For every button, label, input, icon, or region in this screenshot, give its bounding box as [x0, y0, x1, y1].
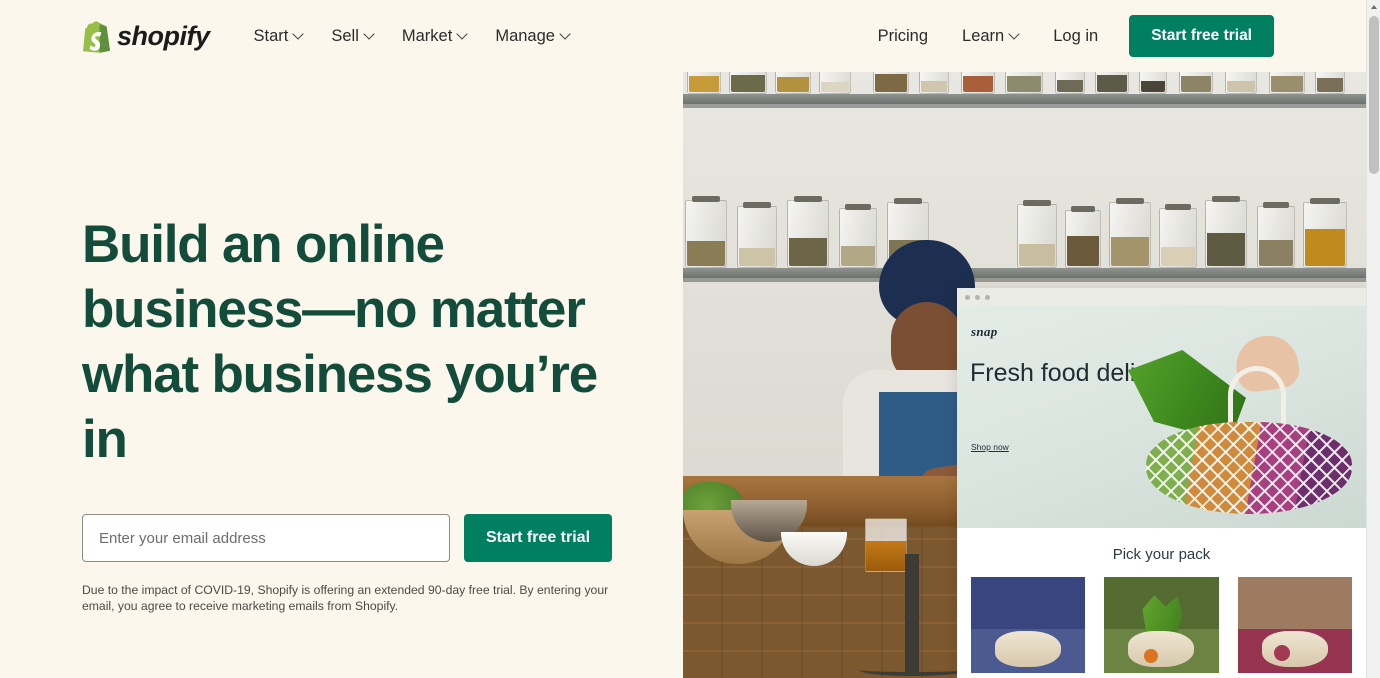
photo-jar: [1065, 206, 1101, 268]
mockup-produce-image: [1122, 331, 1352, 514]
photo-jar: [1159, 204, 1197, 268]
store-preview-mockup: snap Fresh food delivered Shop now Pick …: [957, 288, 1366, 678]
photo-stool-base: [859, 664, 967, 676]
page-title: Build an online business—no matter what …: [82, 215, 598, 469]
product-card[interactable]: [1237, 577, 1352, 673]
photo-jar: [737, 202, 777, 268]
chevron-down-icon: [294, 30, 303, 39]
photo-jar: [775, 70, 811, 94]
secondary-navigation: Pricing Learn Log in Start free trial: [861, 15, 1274, 57]
photo-shelf-top: [683, 94, 1366, 108]
mockup-titlebar: [957, 288, 1366, 306]
photo-jar: [1055, 70, 1085, 94]
photo-jar: [1315, 70, 1345, 94]
site-header: shopify Start Sell Market Manage Pricing…: [0, 0, 1366, 72]
nav-item-login[interactable]: Log in: [1036, 19, 1115, 54]
scroll-up-arrow-icon[interactable]: [1367, 0, 1380, 14]
email-input[interactable]: [82, 514, 450, 562]
hero-content: Build an online business—no matter what …: [82, 212, 642, 614]
product-sack: [1261, 631, 1328, 667]
shopify-bag-icon: [82, 20, 111, 53]
chevron-down-icon: [458, 30, 467, 39]
shop-now-link[interactable]: Shop now: [971, 442, 1009, 452]
nav-item-pricing-label: Pricing: [877, 26, 929, 45]
window-close-dot-icon: [965, 294, 970, 300]
window-minimize-dot-icon: [975, 294, 980, 300]
page-scrollbar[interactable]: [1366, 0, 1380, 678]
product-radish: [1273, 645, 1290, 661]
photo-jar: [787, 196, 829, 268]
shopify-wordmark: shopify: [117, 20, 210, 51]
mockup-product-section: Pick your pack: [957, 528, 1366, 678]
photo-jar: [1257, 202, 1295, 268]
email-signup-form: Start free trial: [82, 514, 642, 562]
photo-tea-jar: [865, 518, 907, 572]
photo-jar: [1139, 70, 1167, 94]
nav-item-manage-label: Manage: [495, 26, 555, 45]
photo-jar: [1303, 198, 1347, 268]
mockup-product-grid: [957, 563, 1366, 673]
photo-jar: [685, 196, 727, 268]
mockup-hero-banner: snap Fresh food delivered Shop now: [957, 306, 1366, 528]
nav-item-manage[interactable]: Manage: [481, 19, 584, 54]
photo-shelf-bottom: [683, 268, 1366, 282]
net-bag-graphic: [1146, 422, 1352, 514]
nav-item-market[interactable]: Market: [388, 19, 481, 54]
trial-disclaimer: Due to the impact of COVID-19, Shopify i…: [82, 583, 609, 613]
photo-stool-post: [905, 554, 919, 674]
shopify-logo[interactable]: shopify: [82, 20, 210, 53]
chevron-down-icon: [1010, 30, 1019, 39]
photo-jar: [1225, 70, 1257, 94]
photo-jar: [1179, 70, 1213, 94]
mockup-section-title: Pick your pack: [1112, 546, 1211, 563]
nav-item-learn[interactable]: Learn: [945, 19, 1036, 54]
nav-item-sell[interactable]: Sell: [317, 19, 388, 54]
photo-jar: [1017, 200, 1057, 268]
header-start-free-trial-button[interactable]: Start free trial: [1129, 15, 1274, 57]
nav-item-pricing[interactable]: Pricing: [861, 19, 945, 54]
nav-item-learn-label: Learn: [962, 26, 1005, 45]
window-maximize-dot-icon: [985, 294, 990, 300]
product-sack: [995, 631, 1061, 667]
photo-jar: [873, 70, 909, 94]
photo-jar: [819, 70, 851, 94]
nav-item-market-label: Market: [401, 26, 453, 45]
nav-item-start-label: Start: [253, 26, 289, 45]
photo-jar: [1095, 70, 1129, 94]
photo-jar: [961, 70, 995, 94]
chevron-down-icon: [561, 30, 570, 39]
product-card[interactable]: [971, 577, 1086, 673]
chevron-down-icon: [365, 30, 374, 39]
photo-jar: [729, 70, 767, 94]
scrollbar-thumb[interactable]: [1369, 16, 1379, 174]
net-bag-handle: [1228, 366, 1286, 428]
hero-start-free-trial-button[interactable]: Start free trial: [464, 514, 612, 562]
product-sack: [1128, 631, 1195, 667]
product-card[interactable]: [1104, 577, 1219, 673]
snap-store-logo: snap: [971, 324, 998, 339]
primary-navigation: Start Sell Market Manage: [240, 19, 584, 54]
nav-item-login-label: Log in: [1053, 26, 1099, 45]
photo-jar: [839, 204, 877, 268]
photo-jar: [1005, 70, 1043, 94]
nav-item-start[interactable]: Start: [240, 19, 318, 54]
photo-jar: [1109, 198, 1151, 268]
photo-jar: [919, 70, 949, 94]
photo-jar: [687, 70, 721, 94]
photo-jar: [1269, 70, 1305, 94]
photo-jar: [1205, 196, 1247, 268]
nav-item-sell-label: Sell: [331, 26, 359, 45]
shopify-landing-page: shopify Start Sell Market Manage Pricing…: [0, 0, 1380, 678]
